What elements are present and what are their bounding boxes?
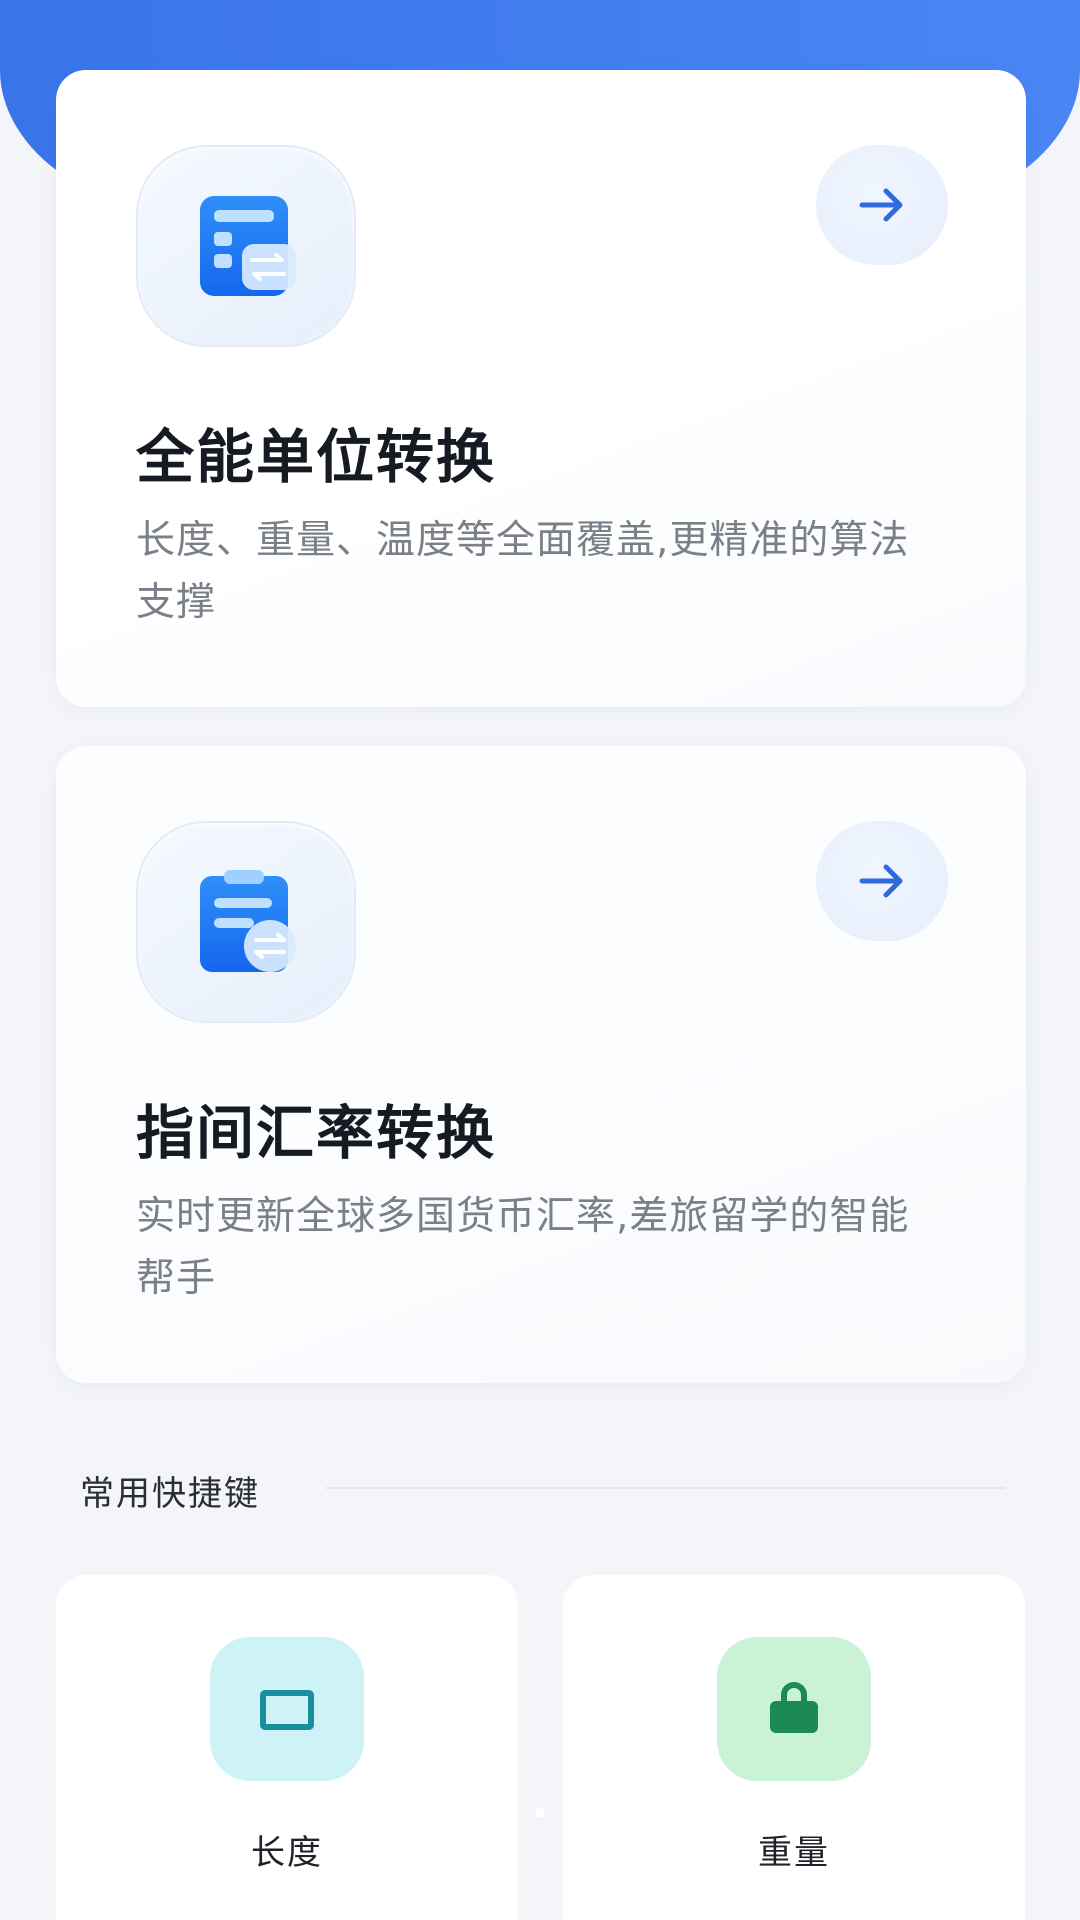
shortcut-label: 长度 — [251, 1833, 323, 1873]
open-exchange-rate-button[interactable] — [816, 821, 948, 941]
clipboard-convert-icon — [136, 821, 356, 1023]
ruler-rectangle-icon — [210, 1637, 364, 1781]
weight-icon — [717, 1637, 871, 1781]
arrow-right-icon — [859, 864, 903, 898]
card-title: 指间汇率转换 — [136, 1099, 497, 1167]
unit-conversion-card[interactable]: 全能单位转换 长度、重量、温度等全面覆盖,更精准的算法支撑 — [56, 70, 1026, 707]
open-unit-conversion-button[interactable] — [816, 145, 948, 265]
section-divider — [325, 1487, 1005, 1489]
shortcut-length[interactable]: 长度 — [56, 1575, 518, 1920]
shortcut-label: 重量 — [758, 1833, 830, 1873]
card-title: 全能单位转换 — [136, 423, 497, 491]
calculator-convert-icon — [136, 145, 356, 347]
exchange-rate-card[interactable]: 指间汇率转换 实时更新全球多国货币汇率,差旅留学的智能帮手 — [56, 746, 1026, 1383]
shortcut-weight[interactable]: 重量 — [563, 1575, 1025, 1920]
card-description: 长度、重量、温度等全面覆盖,更精准的算法支撑 — [136, 518, 910, 625]
shortcuts-section-title: 常用快捷键 — [80, 1474, 260, 1514]
arrow-right-icon — [859, 188, 903, 222]
page-indicator-dot — [535, 1808, 545, 1818]
card-description: 实时更新全球多国货币汇率,差旅留学的智能帮手 — [136, 1194, 910, 1301]
